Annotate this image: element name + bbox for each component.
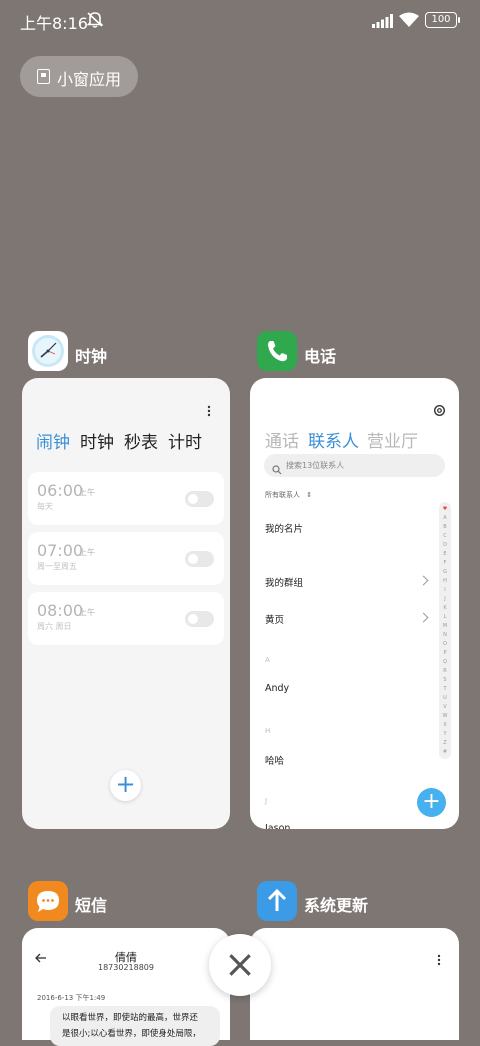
contact-row-haha[interactable]: 哈哈: [265, 753, 284, 767]
alarm-repeat: 每天: [37, 502, 53, 511]
clock-app-icon[interactable]: [28, 331, 68, 371]
alphabet-index-letter[interactable]: C: [439, 532, 451, 541]
small-window-apps-button[interactable]: 小窗应用: [20, 56, 138, 97]
status-bar: 上午8:16 100: [0, 0, 480, 40]
sms-timestamp: 2016-6-13 下午1:49: [37, 994, 106, 1002]
alphabet-index-letter[interactable]: A: [439, 514, 451, 523]
alphabet-index-scrollbar[interactable]: ♥ A B C D E F G H I J K L M N O P Q R S T U V W X Y Z #: [439, 502, 451, 759]
alphabet-index-letter[interactable]: I: [439, 586, 451, 595]
alphabet-index-letter[interactable]: #: [439, 748, 451, 757]
alarm-toggle[interactable]: [185, 611, 214, 627]
alarm-time: 08:00: [37, 601, 84, 620]
alarm-repeat: 周六 周日: [37, 622, 72, 631]
close-all-button[interactable]: ×: [209, 934, 271, 996]
alphabet-index-letter[interactable]: K: [439, 604, 451, 613]
more-options-icon[interactable]: [436, 951, 442, 970]
wifi-icon: [398, 12, 420, 32]
battery-indicator: 100: [425, 12, 460, 28]
contact-search-input[interactable]: 搜索13位联系人: [264, 454, 445, 477]
alphabet-index-letter[interactable]: D: [439, 541, 451, 550]
system-update-app-title: 系统更新: [304, 896, 369, 915]
section-header-h: H: [265, 727, 271, 735]
clock-app-title: 时钟: [75, 347, 108, 366]
sort-arrows-icon: ⇕: [306, 491, 313, 499]
alarm-ampm: 上午: [79, 608, 95, 617]
alphabet-index-letter[interactable]: O: [439, 640, 451, 649]
tab-stopwatch[interactable]: 秒表: [124, 428, 158, 453]
sms-message-line: 以眼看世界，即使站的最高，世界还: [62, 1013, 199, 1023]
my-groups-row[interactable]: 我的群组: [265, 575, 303, 589]
alphabet-index-letter[interactable]: L: [439, 613, 451, 622]
my-card-row[interactable]: 我的名片: [265, 521, 303, 535]
alarm-toggle[interactable]: [185, 491, 214, 507]
alphabet-index-letter[interactable]: B: [439, 523, 451, 532]
alphabet-index-letter[interactable]: X: [439, 721, 451, 730]
alarm-item[interactable]: 08:00 上午 周六 周日: [28, 592, 224, 645]
search-placeholder: 搜索13位联系人: [286, 461, 345, 470]
alphabet-index-letter[interactable]: S: [439, 676, 451, 685]
more-options-icon[interactable]: [206, 402, 212, 421]
alarm-item[interactable]: 06:00 上午 每天: [28, 472, 224, 525]
sms-contact-number: 18730218809: [98, 963, 154, 972]
alphabet-index-letter[interactable]: J: [439, 595, 451, 604]
phone-app-icon[interactable]: [257, 331, 297, 371]
alarm-item[interactable]: 07:00 上午 周一至周五: [28, 532, 224, 585]
tab-service-hall[interactable]: 营业厅: [367, 427, 418, 452]
alphabet-index-letter[interactable]: T: [439, 685, 451, 694]
alphabet-index-letter[interactable]: P: [439, 649, 451, 658]
alarm-repeat: 周一至周五: [37, 562, 77, 571]
tab-timer[interactable]: 计时: [168, 428, 202, 453]
status-time: 上午8:16: [20, 14, 88, 33]
alphabet-index-letter[interactable]: U: [439, 694, 451, 703]
phone-app-title: 电话: [304, 347, 337, 366]
search-icon: [272, 460, 282, 479]
contacts-filter-dropdown[interactable]: 所有联系人 ⇕: [265, 490, 312, 500]
small-window-icon: [37, 69, 50, 84]
alphabet-index-letter[interactable]: V: [439, 703, 451, 712]
alphabet-index-letter[interactable]: Y: [439, 730, 451, 739]
contact-row-jason[interactable]: Jason: [265, 823, 290, 829]
tab-calls[interactable]: 通话: [265, 427, 299, 452]
alphabet-index-letter[interactable]: Q: [439, 658, 451, 667]
settings-gear-icon[interactable]: [433, 402, 446, 421]
alarm-time: 07:00: [37, 541, 84, 560]
alphabet-index-letter[interactable]: R: [439, 667, 451, 676]
contact-row-andy[interactable]: Andy: [265, 683, 289, 694]
alphabet-index-letter[interactable]: W: [439, 712, 451, 721]
alarm-ampm: 上午: [79, 488, 95, 497]
alphabet-index-letter[interactable]: M: [439, 622, 451, 631]
contacts-filter-label: 所有联系人: [265, 491, 300, 499]
alphabet-index-letter[interactable]: F: [439, 559, 451, 568]
system-update-app-icon[interactable]: [257, 881, 297, 921]
alarm-time: 06:00: [37, 481, 84, 500]
alarm-toggle[interactable]: [185, 551, 214, 567]
yellow-pages-row[interactable]: 黄页: [265, 612, 284, 626]
alphabet-index-letter[interactable]: E: [439, 550, 451, 559]
small-window-label: 小窗应用: [57, 70, 122, 89]
add-alarm-button[interactable]: +: [110, 770, 141, 801]
sms-app-icon[interactable]: [28, 881, 68, 921]
alphabet-index-letter[interactable]: Z: [439, 739, 451, 748]
alphabet-index-letter[interactable]: G: [439, 568, 451, 577]
signal-icon: [372, 13, 394, 32]
alphabet-index-letter[interactable]: ♥: [439, 505, 451, 514]
back-arrow-icon[interactable]: [35, 949, 47, 968]
tab-clock[interactable]: 时钟: [80, 428, 114, 453]
tab-alarm[interactable]: 闹钟: [36, 428, 70, 453]
alarm-ampm: 上午: [79, 548, 95, 557]
muted-bell-icon: [86, 11, 104, 32]
sms-app-title: 短信: [75, 896, 108, 915]
section-header-a: A: [265, 656, 270, 664]
add-contact-button[interactable]: +: [417, 788, 446, 817]
sms-message-bubble[interactable]: 以眼看世界，即使站的最高，世界还 是很小;以心看世界，即使身处局限，: [50, 1006, 220, 1046]
tab-contacts[interactable]: 联系人: [308, 427, 359, 452]
alphabet-index-letter[interactable]: N: [439, 631, 451, 640]
alphabet-index-letter[interactable]: H: [439, 577, 451, 586]
system-update-app-card[interactable]: [250, 928, 459, 1040]
section-header-j: J: [265, 797, 268, 805]
